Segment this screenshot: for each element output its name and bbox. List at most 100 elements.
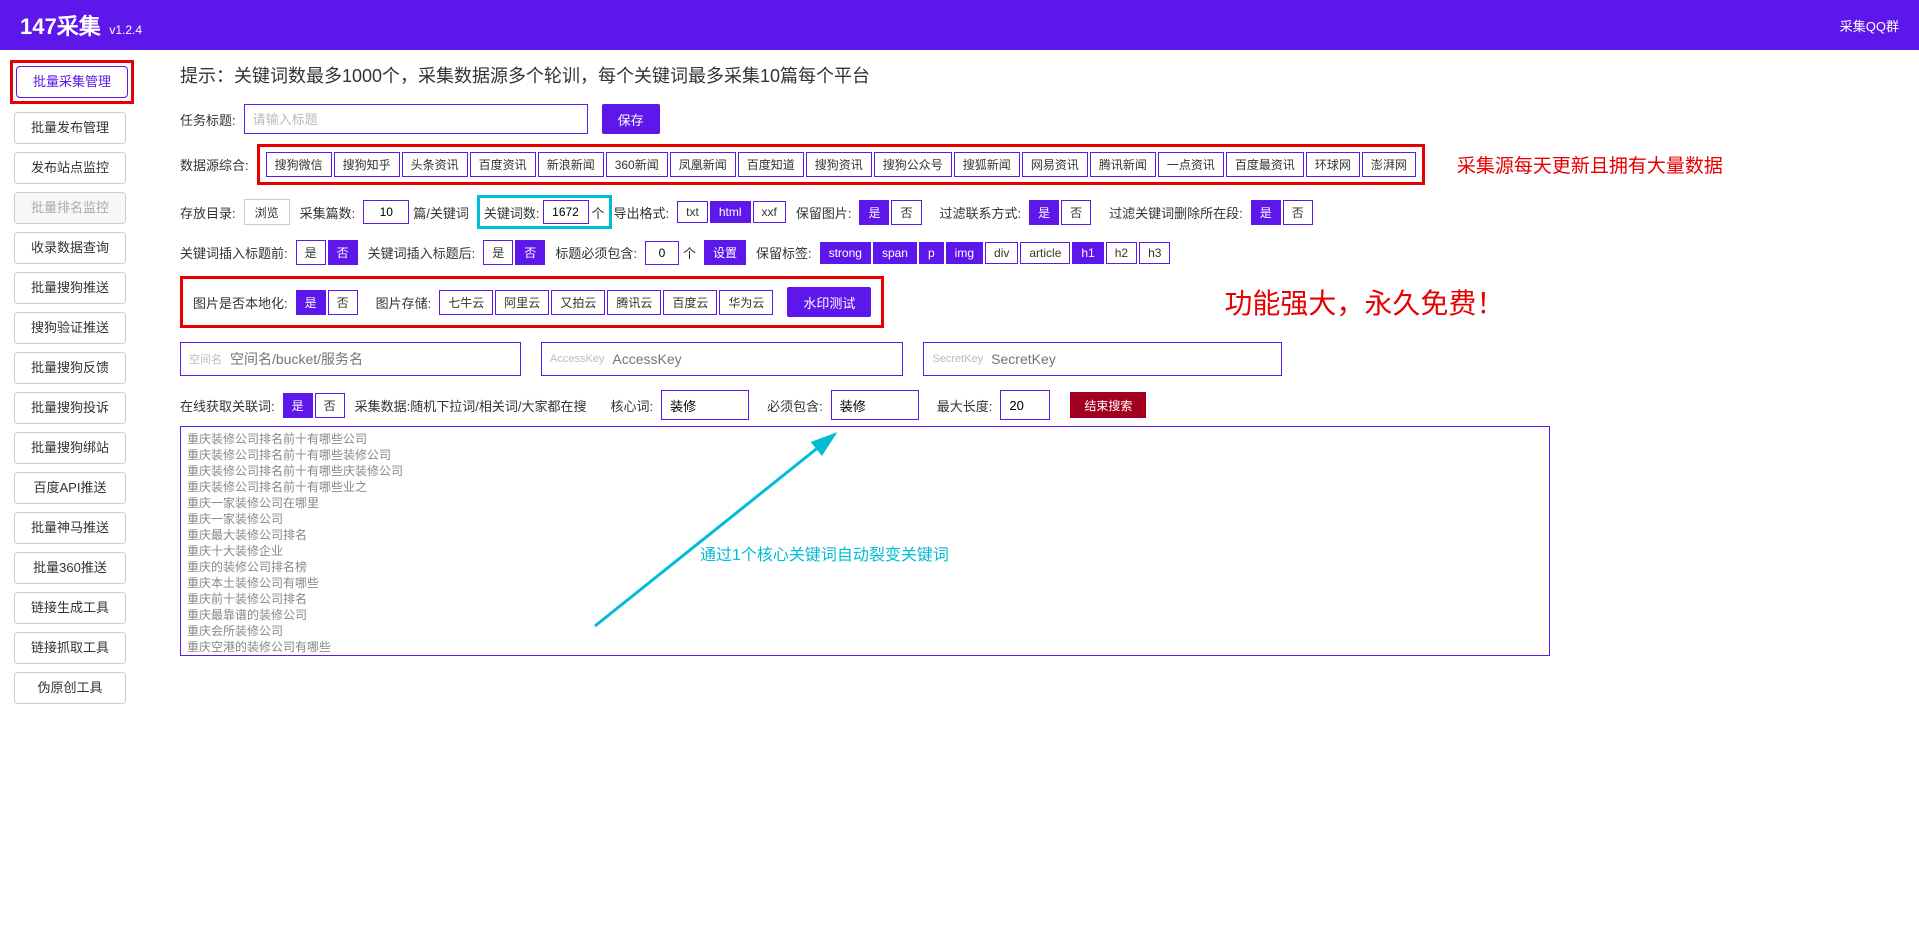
source-tag[interactable]: 凤凰新闻 xyxy=(670,152,736,177)
cloud-qiniu[interactable]: 七牛云 xyxy=(439,290,493,315)
img-local-yes[interactable]: 是 xyxy=(296,290,326,315)
img-local-label: 图片是否本地化: xyxy=(193,293,288,312)
sidebar-item-site-monitor[interactable]: 发布站点监控 xyxy=(14,152,126,184)
sidebar-item-index-query[interactable]: 收录数据查询 xyxy=(14,232,126,264)
sidebar-highlight: 批量采集管理 xyxy=(10,60,134,104)
ak-input[interactable] xyxy=(612,344,902,374)
sidebar-item-sogou-bind[interactable]: 批量搜狗绑站 xyxy=(14,432,126,464)
sidebar-item-shenma-push[interactable]: 批量神马推送 xyxy=(14,512,126,544)
contact-yes[interactable]: 是 xyxy=(1029,200,1059,225)
keep-img-label: 保留图片: xyxy=(796,203,852,222)
sidebar-item-sogou-verify[interactable]: 搜狗验证推送 xyxy=(14,312,126,344)
sources-note: 采集源每天更新且拥有大量数据 xyxy=(1457,151,1723,178)
source-tag[interactable]: 新浪新闻 xyxy=(538,152,604,177)
cloud-tencent[interactable]: 腾讯云 xyxy=(607,290,661,315)
browse-button[interactable]: 浏览 xyxy=(244,199,290,225)
sidebar-item-sogou-complain[interactable]: 批量搜狗投诉 xyxy=(14,392,126,424)
source-tag[interactable]: 搜狐新闻 xyxy=(954,152,1020,177)
tag-h2[interactable]: h2 xyxy=(1106,242,1137,264)
tag-p[interactable]: p xyxy=(919,242,944,264)
keep-img-no[interactable]: 否 xyxy=(891,200,921,225)
tag-article[interactable]: article xyxy=(1020,242,1070,264)
contact-no[interactable]: 否 xyxy=(1061,200,1091,225)
fmt-xxf[interactable]: xxf xyxy=(753,201,786,223)
source-tag[interactable]: 360新闻 xyxy=(606,152,668,177)
source-tag[interactable]: 头条资讯 xyxy=(402,152,468,177)
kw-count-input[interactable] xyxy=(543,200,589,224)
img-local-no[interactable]: 否 xyxy=(328,290,358,315)
fmt-txt[interactable]: txt xyxy=(677,201,708,223)
core-input[interactable] xyxy=(661,390,749,420)
count-input[interactable] xyxy=(363,200,409,224)
space-input[interactable] xyxy=(230,344,520,374)
must-input[interactable] xyxy=(831,390,919,420)
sidebar-item-link-gen[interactable]: 链接生成工具 xyxy=(14,592,126,624)
source-tag[interactable]: 一点资讯 xyxy=(1158,152,1224,177)
contact-label: 过滤联系方式: xyxy=(940,203,1022,222)
watermark-test-button[interactable]: 水印测试 xyxy=(787,287,871,317)
ins-after-no[interactable]: 否 xyxy=(515,240,545,265)
sidebar-item-publish-mgmt[interactable]: 批量发布管理 xyxy=(14,112,126,144)
source-tag[interactable]: 百度最资讯 xyxy=(1226,152,1304,177)
fmt-html[interactable]: html xyxy=(710,201,751,223)
big-note: 功能强大，永久免费！ xyxy=(1224,282,1504,322)
filter-kw-yes[interactable]: 是 xyxy=(1251,200,1281,225)
sidebar-item-link-scrape[interactable]: 链接抓取工具 xyxy=(14,632,126,664)
tip-text: 提示：关键词数最多1000个，采集数据源多个轮训，每个关键词最多采集10篇每个平… xyxy=(180,62,1901,88)
end-search-button[interactable]: 结束搜索 xyxy=(1070,392,1146,418)
count-unit: 篇/关键词 xyxy=(413,203,469,222)
tag-h1[interactable]: h1 xyxy=(1072,242,1103,264)
assoc-yes[interactable]: 是 xyxy=(283,393,313,418)
maxlen-label: 最大长度: xyxy=(937,396,993,415)
sidebar-item-rank-monitor[interactable]: 批量排名监控 xyxy=(14,192,126,224)
tag-div[interactable]: div xyxy=(985,242,1018,264)
sidebar-item-pseudo-orig[interactable]: 伪原创工具 xyxy=(14,672,126,704)
app-logo: 147采集 xyxy=(20,14,101,39)
must-contain-input[interactable] xyxy=(645,241,679,265)
assoc-no[interactable]: 否 xyxy=(315,393,345,418)
maxlen-input[interactable] xyxy=(1000,390,1050,420)
tag-span[interactable]: span xyxy=(873,242,917,264)
app-header: 147采集 v1.2.4 采集QQ群 xyxy=(0,0,1919,50)
store-dir-label: 存放目录: xyxy=(180,203,236,222)
ins-after-yes[interactable]: 是 xyxy=(483,240,513,265)
sidebar-item-baidu-api[interactable]: 百度API推送 xyxy=(14,472,126,504)
source-tag[interactable]: 澎湃网 xyxy=(1362,152,1416,177)
source-tag[interactable]: 网易资讯 xyxy=(1022,152,1088,177)
space-name-field: 空间名 xyxy=(180,342,521,376)
source-tag[interactable]: 搜狗资讯 xyxy=(806,152,872,177)
ins-before-no[interactable]: 否 xyxy=(328,240,358,265)
tag-img[interactable]: img xyxy=(946,242,983,264)
source-tag[interactable]: 搜狗微信 xyxy=(266,152,332,177)
cloud-huawei[interactable]: 华为云 xyxy=(719,290,773,315)
source-tag[interactable]: 搜狗知乎 xyxy=(334,152,400,177)
app-version: v1.2.4 xyxy=(109,23,142,37)
header-qq-group[interactable]: 采集QQ群 xyxy=(1840,16,1899,35)
task-title-input[interactable] xyxy=(244,104,588,134)
sidebar-item-collect-mgmt[interactable]: 批量采集管理 xyxy=(16,66,128,98)
sk-input[interactable] xyxy=(991,344,1281,374)
source-tag[interactable]: 百度知道 xyxy=(738,152,804,177)
core-label: 核心词: xyxy=(611,396,654,415)
setting-button[interactable]: 设置 xyxy=(704,240,746,265)
save-button[interactable]: 保存 xyxy=(602,104,660,134)
sidebar-item-sogou-push[interactable]: 批量搜狗推送 xyxy=(14,272,126,304)
ins-before-label: 关键词插入标题前: xyxy=(180,243,288,262)
ins-before-yes[interactable]: 是 xyxy=(296,240,326,265)
sidebar-item-sogou-feedback[interactable]: 批量搜狗反馈 xyxy=(14,352,126,384)
keywords-textarea[interactable] xyxy=(180,426,1550,656)
filter-kw-no[interactable]: 否 xyxy=(1283,200,1313,225)
tag-h3[interactable]: h3 xyxy=(1139,242,1170,264)
source-tag[interactable]: 搜狗公众号 xyxy=(874,152,952,177)
source-tag[interactable]: 环球网 xyxy=(1306,152,1360,177)
sidebar-item-360-push[interactable]: 批量360推送 xyxy=(14,552,126,584)
source-tag[interactable]: 腾讯新闻 xyxy=(1090,152,1156,177)
cloud-upyun[interactable]: 又拍云 xyxy=(551,290,605,315)
cloud-ali[interactable]: 阿里云 xyxy=(495,290,549,315)
keep-img-yes[interactable]: 是 xyxy=(859,200,889,225)
tag-strong[interactable]: strong xyxy=(820,242,871,264)
count-label: 采集篇数: xyxy=(300,203,356,222)
cloud-baidu[interactable]: 百度云 xyxy=(663,290,717,315)
must-contain-label: 标题必须包含: xyxy=(555,243,637,262)
source-tag[interactable]: 百度资讯 xyxy=(470,152,536,177)
